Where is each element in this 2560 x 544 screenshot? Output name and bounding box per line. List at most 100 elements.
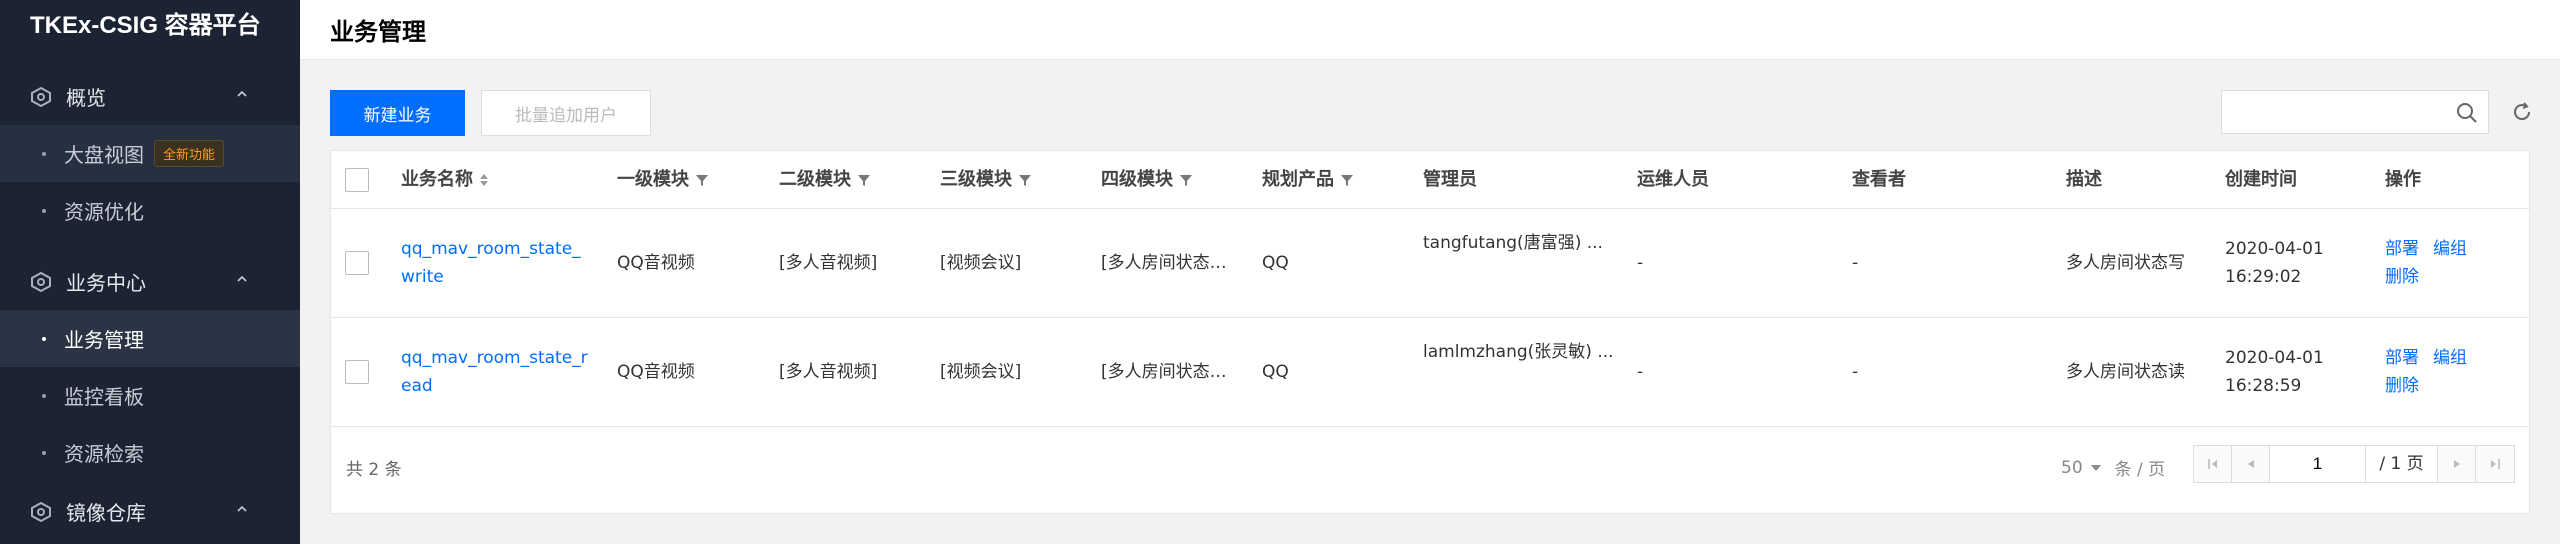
sidebar: TKEx-CSIG 容器平台 概览 大盘视图 全新功能 资源优化 业务中心 业务… [0, 0, 300, 544]
edit-group-link[interactable]: 编组 [2433, 239, 2467, 259]
viewer-cell: - [1852, 362, 1859, 382]
page-size-value: 50 [2061, 457, 2083, 478]
column-label: 描述 [2066, 169, 2102, 190]
column-header-module1[interactable]: 一级模块 [617, 151, 709, 209]
bullet-icon [42, 393, 46, 398]
first-page-button[interactable] [2194, 446, 2232, 482]
column-header-name[interactable]: 业务名称 [401, 151, 489, 209]
total-pages: / 1 页 [2366, 446, 2438, 482]
column-header-viewer: 查看者 [1852, 151, 1906, 209]
column-header-ops: 运维人员 [1637, 151, 1709, 209]
column-header-created: 创建时间 [2225, 151, 2297, 209]
sidebar-item-dashboard[interactable]: 大盘视图 全新功能 [0, 125, 300, 182]
created-date: 2020-04-01 [2225, 239, 2324, 259]
overview-icon [31, 86, 51, 107]
actions-cell: 部署 编组 删除 [2385, 235, 2481, 291]
deploy-link[interactable]: 部署 [2385, 239, 2419, 259]
page-number-input[interactable] [2270, 446, 2366, 482]
column-header-module4[interactable]: 四级模块 [1101, 151, 1193, 209]
bullet-icon [42, 208, 46, 213]
filter-icon[interactable] [695, 173, 709, 187]
page-size-select[interactable]: 50 条 / 页 [2061, 455, 2166, 481]
new-feature-badge: 全新功能 [154, 140, 225, 167]
desc-cell: 多人房间状态写 [2066, 253, 2185, 273]
column-label: 三级模块 [940, 169, 1012, 190]
header: 业务管理 [300, 0, 2560, 60]
chevron-up-icon [237, 275, 247, 282]
business-name-link[interactable]: qq_mav_room_state_ write [401, 235, 581, 291]
select-all-checkbox[interactable] [345, 168, 369, 192]
delete-link[interactable]: 删除 [2385, 376, 2419, 396]
business-icon [31, 271, 51, 292]
refresh-icon[interactable] [2510, 100, 2534, 124]
column-header-module3[interactable]: 三级模块 [940, 151, 1032, 209]
deploy-link[interactable]: 部署 [2385, 348, 2419, 368]
column-header-product[interactable]: 规划产品 [1262, 151, 1354, 209]
sidebar-item-label: 大盘视图 [64, 143, 144, 167]
filter-icon[interactable] [1018, 173, 1032, 187]
new-business-button[interactable]: 新建业务 [330, 90, 465, 136]
created-date: 2020-04-01 [2225, 348, 2324, 368]
table-row: qq_mav_room_state_ write QQ音视频 [多人音视频] [… [331, 209, 2529, 318]
ops-cell: - [1637, 362, 1644, 382]
sidebar-item-resource-optimize[interactable]: 资源优化 [0, 182, 300, 239]
search-box [2221, 90, 2489, 134]
bullet-icon [42, 336, 46, 341]
product-cell: QQ [1262, 253, 1289, 273]
last-page-icon [2491, 459, 2500, 469]
prev-page-button[interactable] [2232, 446, 2270, 482]
row-checkbox[interactable] [345, 360, 369, 384]
column-label: 二级模块 [779, 169, 851, 190]
name-line: qq_mav_room_state_r [401, 348, 588, 368]
sidebar-item-monitor-board[interactable]: 监控看板 [0, 367, 300, 424]
column-label: 创建时间 [2225, 169, 2297, 190]
column-header-actions: 操作 [2385, 151, 2421, 209]
module2-cell: [多人音视频] [779, 362, 878, 382]
sort-icon[interactable] [479, 173, 489, 187]
name-line: ead [401, 376, 433, 396]
toolbar: 新建业务 批量追加用户 [330, 90, 2560, 136]
chevron-up-icon [237, 505, 247, 512]
column-label: 四级模块 [1101, 169, 1173, 190]
batch-add-users-button[interactable]: 批量追加用户 [481, 90, 651, 136]
search-icon[interactable] [2456, 102, 2478, 124]
filter-icon[interactable] [1179, 173, 1193, 187]
product-cell: QQ [1262, 362, 1289, 382]
name-line: qq_mav_room_state_ [401, 239, 581, 259]
module4-cell: [多人房间状态… [1101, 362, 1227, 382]
last-page-button[interactable] [2476, 446, 2514, 482]
column-header-desc: 描述 [2066, 151, 2102, 209]
next-page-button[interactable] [2438, 446, 2476, 482]
caret-down-icon [2090, 464, 2101, 471]
chevron-up-icon [237, 90, 247, 97]
sidebar-section-registry[interactable]: 镜像仓库 [0, 483, 300, 540]
column-label: 业务名称 [401, 169, 473, 190]
viewer-cell: - [1852, 253, 1859, 273]
module1-cell: QQ音视频 [617, 362, 695, 382]
search-input[interactable] [2222, 91, 2442, 133]
module4-cell: [多人房间状态… [1101, 253, 1227, 273]
business-name-link[interactable]: qq_mav_room_state_r ead [401, 344, 588, 400]
sidebar-item-resource-search[interactable]: 资源检索 [0, 424, 300, 481]
column-label: 一级模块 [617, 169, 689, 190]
row-checkbox[interactable] [345, 251, 369, 275]
filter-icon[interactable] [1340, 173, 1354, 187]
column-header-module2[interactable]: 二级模块 [779, 151, 871, 209]
module1-cell: QQ音视频 [617, 253, 695, 273]
filter-icon[interactable] [857, 173, 871, 187]
edit-group-link[interactable]: 编组 [2433, 348, 2467, 368]
total-count: 共 2 条 [346, 460, 402, 480]
page-size-unit: 条 / 页 [2114, 460, 2166, 480]
first-page-icon [2207, 459, 2217, 469]
sidebar-section-business[interactable]: 业务中心 [0, 253, 300, 310]
module2-cell: [多人音视频] [779, 253, 878, 273]
sidebar-item-business-manage[interactable]: 业务管理 [0, 310, 300, 367]
business-table: 业务名称 一级模块 二级模块 三级模块 四级模块 规划产品 管理员 运维人员 查… [330, 150, 2530, 514]
delete-link[interactable]: 删除 [2385, 267, 2419, 287]
admin-cell: tangfutang(唐富强) ... [1423, 233, 1603, 253]
sidebar-section-overview[interactable]: 概览 [0, 68, 300, 125]
sidebar-section-label: 镜像仓库 [66, 501, 146, 525]
table-header: 业务名称 一级模块 二级模块 三级模块 四级模块 规划产品 管理员 运维人员 查… [331, 151, 2529, 209]
sidebar-item-label: 监控看板 [64, 385, 144, 409]
name-line: write [401, 267, 444, 287]
